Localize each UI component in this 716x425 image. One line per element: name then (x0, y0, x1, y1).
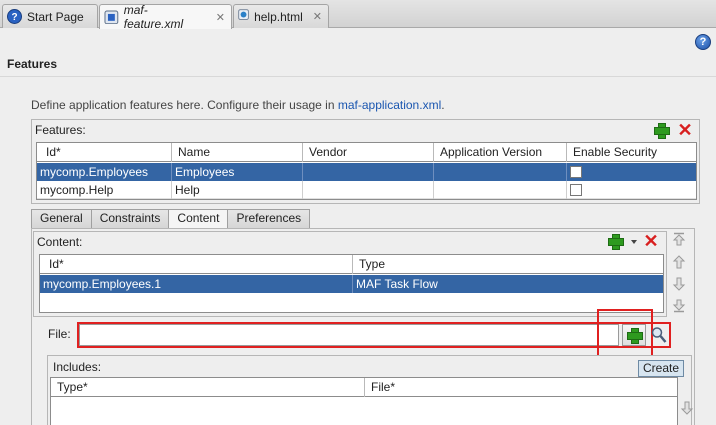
column-header[interactable]: Id* (37, 143, 172, 162)
enable-security-checkbox[interactable] (570, 183, 582, 196)
delete-feature-icon[interactable]: ✕ (677, 121, 693, 139)
cell-vendor (303, 181, 434, 199)
cell-security (567, 181, 696, 199)
tab-maf-feature-label: maf-feature.xml (123, 3, 184, 31)
create-tooltip: Create (638, 360, 685, 377)
cell-app-version (434, 181, 567, 199)
table-row[interactable]: mycomp.Employees.1 MAF Task Flow (40, 275, 663, 293)
tab-start-page[interactable]: ? Start Page (2, 4, 98, 28)
svg-text:?: ? (11, 12, 17, 23)
chevron-down-icon[interactable] (631, 240, 637, 244)
tab-help-label: help.html (254, 9, 303, 24)
divider (0, 76, 716, 77)
help-icon[interactable]: ? (695, 34, 711, 50)
maf-application-link[interactable]: maf-application.xml (338, 98, 441, 112)
includes-table: Type* File* (50, 377, 678, 425)
editor-tab-strip: ? Start Page maf-feature.xml ✕ help.html… (0, 0, 716, 31)
features-label: Features: (35, 123, 86, 137)
cell-name: Help (172, 181, 303, 199)
content-table-header: Id* Type (40, 255, 663, 274)
cell-id: mycomp.Help (37, 181, 172, 199)
html-file-icon (238, 9, 249, 24)
add-feature-icon[interactable] (653, 122, 670, 139)
features-table: Id* Name Vendor Application Version Enab… (36, 142, 697, 200)
file-label: File: (48, 327, 71, 341)
close-icon[interactable]: ✕ (216, 11, 225, 24)
cell-name: Employees (172, 163, 303, 181)
tab-maf-feature-xml[interactable]: maf-feature.xml ✕ (99, 3, 232, 31)
enable-security-checkbox[interactable] (570, 165, 582, 178)
content-table: Id* Type mycomp.Employees.1 MAF Task Flo… (39, 254, 664, 313)
content-label: Content: (37, 235, 83, 249)
intro-text: Define application features here. Config… (31, 98, 445, 112)
column-header[interactable]: Enable Security (567, 143, 696, 162)
features-table-header: Id* Name Vendor Application Version Enab… (37, 143, 696, 162)
includes-table-header: Type* File* (51, 378, 677, 397)
cell-vendor (303, 163, 434, 181)
column-header[interactable]: Id* (40, 255, 353, 274)
search-icon[interactable] (651, 326, 667, 344)
table-row[interactable]: mycomp.Help Help (37, 181, 696, 199)
tab-start-page-label: Start Page (27, 9, 84, 24)
move-up-icon[interactable] (672, 255, 686, 269)
column-header[interactable]: Vendor (303, 143, 434, 162)
cell-type: MAF Task Flow (356, 277, 438, 291)
cell-security (567, 163, 696, 181)
column-header[interactable]: Name (172, 143, 303, 162)
help-icon: ? (7, 9, 22, 24)
tab-constraints[interactable]: Constraints (90, 209, 170, 228)
move-top-icon[interactable] (672, 232, 686, 246)
move-down-icon[interactable] (672, 277, 686, 291)
move-down-icon[interactable] (680, 401, 694, 415)
includes-label: Includes: (53, 360, 102, 374)
tab-preferences[interactable]: Preferences (227, 209, 311, 228)
page-title: Features (7, 57, 58, 71)
highlight-box (597, 309, 653, 360)
xml-file-icon (104, 9, 119, 25)
cell-app-version (434, 163, 567, 181)
close-icon[interactable]: ✕ (313, 10, 322, 23)
table-row[interactable]: mycomp.Employees Employees (37, 163, 696, 181)
move-bottom-icon[interactable] (672, 299, 686, 313)
column-header[interactable]: File* (365, 378, 677, 397)
feature-detail-tabs: General Constraints Content Preferences (31, 209, 311, 229)
cell-id: mycomp.Employees (37, 163, 172, 181)
intro-suffix: . (441, 98, 445, 112)
intro-description: Define application features here. Config… (31, 98, 338, 112)
tab-content[interactable]: Content (168, 209, 229, 229)
cell-id: mycomp.Employees.1 (40, 275, 353, 293)
column-header[interactable]: Type (353, 255, 663, 274)
delete-content-icon[interactable]: ✕ (643, 232, 659, 250)
tab-help-html[interactable]: help.html ✕ (233, 4, 329, 28)
highlight-frame (77, 322, 671, 348)
column-header[interactable]: Application Version (434, 143, 567, 162)
add-content-icon[interactable] (607, 233, 624, 250)
tab-general[interactable]: General (31, 209, 92, 228)
column-header[interactable]: Type* (51, 378, 365, 397)
